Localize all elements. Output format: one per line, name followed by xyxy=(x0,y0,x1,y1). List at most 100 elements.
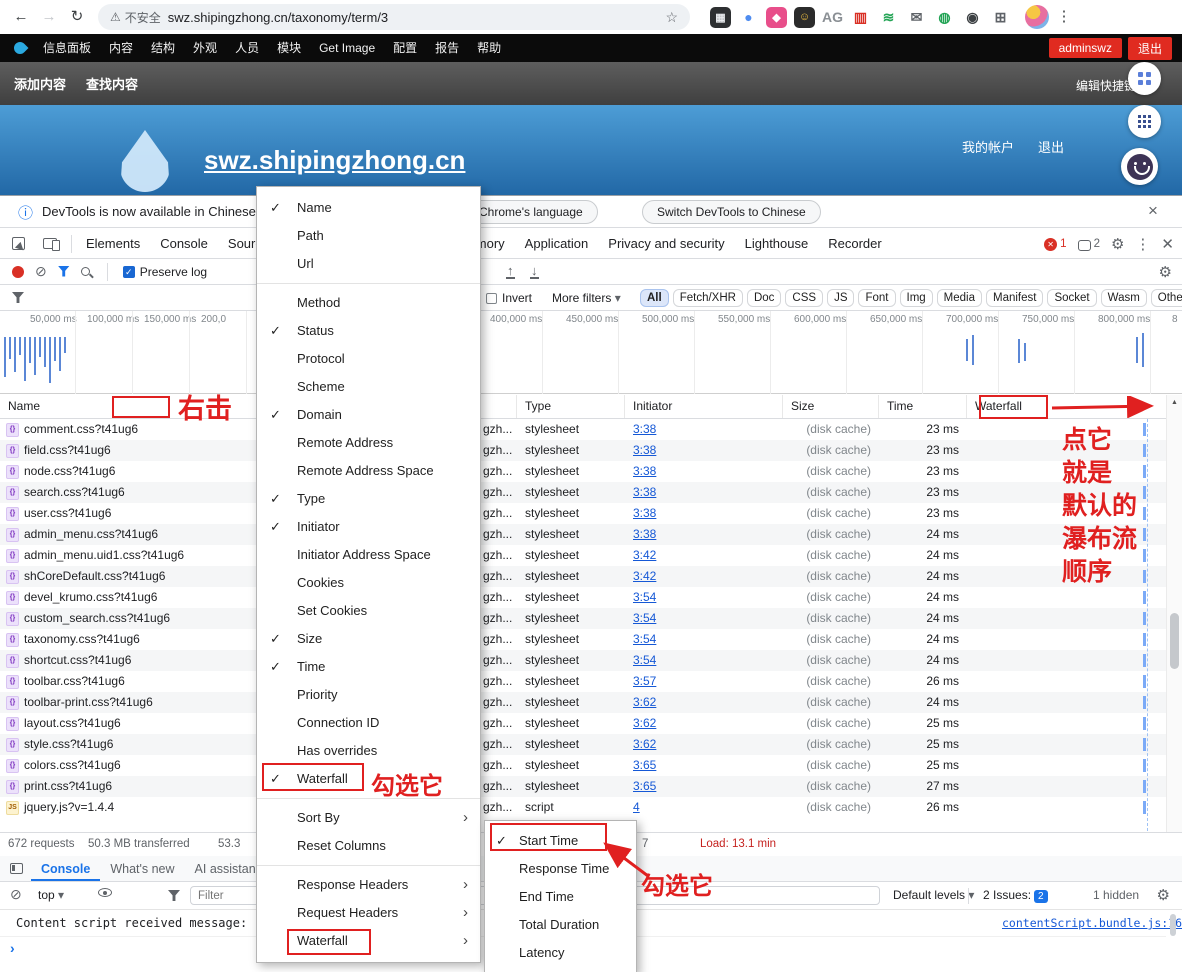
invert-checkbox[interactable]: Invert xyxy=(486,291,532,305)
browser-menu-icon[interactable]: ⋮ xyxy=(1051,4,1077,30)
context-menu-item-priority[interactable]: Priority xyxy=(257,681,480,709)
table-scrollbar[interactable]: ▲ xyxy=(1166,395,1182,832)
network-request-row[interactable]: {}devel_krumo.css?t41ug6gzh...stylesheet… xyxy=(0,587,1166,608)
context-menu-item-protocol[interactable]: Protocol xyxy=(257,345,480,373)
filter-icon[interactable] xyxy=(58,266,70,278)
tab-privacy-and-security[interactable]: Privacy and security xyxy=(598,229,734,258)
devtools-kebab-icon[interactable]: ⋮ xyxy=(1135,235,1150,253)
floating-grid-button-1[interactable] xyxy=(1128,62,1161,95)
face-extension-icon[interactable]: ☺ xyxy=(794,7,815,28)
filter-chip-other[interactable]: Other xyxy=(1151,289,1182,307)
filter-chip-media[interactable]: Media xyxy=(937,289,982,307)
drupal-menu-item-模块[interactable]: 模块 xyxy=(268,34,310,62)
context-menu-item-url[interactable]: Url xyxy=(257,250,480,278)
network-request-row[interactable]: {}node.css?t41ug6gzh...stylesheet3:38(di… xyxy=(0,461,1166,482)
drupal-menu-item-人员[interactable]: 人员 xyxy=(226,34,268,62)
network-overview-timeline[interactable]: 50,000 ms100,000 ms150,000 ms200,0400,00… xyxy=(0,311,1182,394)
tab-recorder[interactable]: Recorder xyxy=(818,229,891,258)
record-network-log-button[interactable] xyxy=(12,266,24,278)
admin-user-chip[interactable]: adminswz xyxy=(1049,38,1122,58)
drupal-menu-item-结构[interactable]: 结构 xyxy=(142,34,184,62)
context-menu-item-has-overrides[interactable]: Has overrides xyxy=(257,737,480,765)
column-header-size[interactable]: Size xyxy=(783,395,879,418)
context-menu-item-cookies[interactable]: Cookies xyxy=(257,569,480,597)
edit-shortcuts-link[interactable]: 编辑快捷键 xyxy=(1076,77,1136,94)
drawer-tab-console[interactable]: Console xyxy=(31,857,100,881)
context-menu-item-scheme[interactable]: Scheme xyxy=(257,373,480,401)
network-request-row[interactable]: {}style.css?t41ug6gzh...stylesheet3:62(d… xyxy=(0,734,1166,755)
filter-chip-css[interactable]: CSS xyxy=(785,289,823,307)
drupal-menu-item-报告[interactable]: 报告 xyxy=(426,34,468,62)
context-menu-item-domain[interactable]: ✓Domain xyxy=(257,401,480,429)
filter-chip-all[interactable]: All xyxy=(640,289,669,307)
context-menu-item-method[interactable]: Method xyxy=(257,289,480,317)
shortcut-link-查找内容[interactable]: 查找内容 xyxy=(86,74,138,93)
context-menu-item-path[interactable]: Path xyxy=(257,222,480,250)
context-menu-item-set-cookies[interactable]: Set Cookies xyxy=(257,597,480,625)
import-har-icon[interactable]: ↑ xyxy=(506,264,515,279)
back-icon[interactable]: ← xyxy=(8,4,34,30)
filter-chip-doc[interactable]: Doc xyxy=(747,289,781,307)
context-menu-item-sort-by[interactable]: Sort By› xyxy=(257,804,480,832)
log-levels-dropdown[interactable]: Default levels ▾ xyxy=(893,888,974,902)
filter-chip-js[interactable]: JS xyxy=(827,289,854,307)
network-request-row[interactable]: {}shCoreDefault.css?t41ug6gzh...styleshe… xyxy=(0,566,1166,587)
filter-chip-img[interactable]: Img xyxy=(900,289,933,307)
network-request-row[interactable]: {}admin_menu.css?t41ug6gzh...stylesheet3… xyxy=(0,524,1166,545)
menu-grid-extension-icon[interactable]: ▦ xyxy=(710,7,731,28)
request-initiator-link[interactable]: 3:42 xyxy=(633,569,656,583)
console-settings-icon[interactable]: ⚙ xyxy=(1157,886,1170,904)
security-chip[interactable]: ⚠ 不安全 xyxy=(110,9,161,26)
network-request-row[interactable]: {}field.css?t41ug6gzh...stylesheet3:38(d… xyxy=(0,440,1166,461)
my-account-link[interactable]: 我的帐户 xyxy=(962,137,1014,156)
console-message-badge[interactable]: 2 xyxy=(1078,238,1100,250)
floating-grid-button-2[interactable] xyxy=(1128,105,1161,138)
drupal-menu-item-外观[interactable]: 外观 xyxy=(184,34,226,62)
network-request-row[interactable]: {}colors.css?t41ug6gzh...stylesheet3:65(… xyxy=(0,755,1166,776)
drupal-menu-item-信息面板[interactable]: 信息面板 xyxy=(34,34,100,62)
request-initiator-link[interactable]: 3:62 xyxy=(633,737,656,751)
filter-chip-manifest[interactable]: Manifest xyxy=(986,289,1043,307)
drupal-menu-item-内容[interactable]: 内容 xyxy=(100,34,142,62)
context-menu-item-latency[interactable]: Latency xyxy=(485,939,636,967)
export-har-icon[interactable]: ↓ xyxy=(530,264,539,279)
network-settings-icon[interactable]: ⚙ xyxy=(1159,263,1172,281)
hidden-messages-count[interactable]: 1 hidden xyxy=(1093,888,1139,902)
console-context-selector[interactable]: top ▾ xyxy=(38,888,64,902)
request-initiator-link[interactable]: 3:54 xyxy=(633,632,656,646)
chat-widget-button[interactable] xyxy=(1121,148,1158,185)
dark-ring-extension-icon[interactable]: ◉ xyxy=(962,7,983,28)
drupal-menu-item-配置[interactable]: 配置 xyxy=(384,34,426,62)
request-initiator-link[interactable]: 3:38 xyxy=(633,506,656,520)
request-initiator-link[interactable]: 3:57 xyxy=(633,674,656,688)
devtools-close-icon[interactable]: ✕ xyxy=(1161,235,1174,253)
drupal-menu-item-帮助[interactable]: 帮助 xyxy=(468,34,510,62)
context-menu-item-name[interactable]: ✓Name xyxy=(257,194,480,222)
clear-network-log-icon[interactable]: ⊘ xyxy=(35,263,47,280)
search-icon[interactable] xyxy=(81,267,90,276)
puzzle-extension-icon[interactable]: ⊞ xyxy=(990,7,1011,28)
request-initiator-link[interactable]: 3:65 xyxy=(633,779,656,793)
context-menu-item-size[interactable]: ✓Size xyxy=(257,625,480,653)
console-scrollbar-thumb[interactable] xyxy=(1170,914,1176,936)
network-request-row[interactable]: {}custom_search.css?t41ug6gzh...styleshe… xyxy=(0,608,1166,629)
filter-chip-font[interactable]: Font xyxy=(858,289,895,307)
drawer-panel-icon[interactable] xyxy=(10,863,23,874)
request-initiator-link[interactable]: 3:38 xyxy=(633,422,656,436)
drawer-tab-what-s-new[interactable]: What's new xyxy=(100,857,184,881)
drupal-logout-button[interactable]: 退出 xyxy=(1128,37,1172,60)
shortcut-link-添加内容[interactable]: 添加内容 xyxy=(14,74,66,93)
green-signal-extension-icon[interactable]: ≋ xyxy=(878,7,899,28)
scrollbar-thumb[interactable] xyxy=(1170,613,1179,669)
site-title-link[interactable]: swz.shipingzhong.cn xyxy=(204,145,465,176)
bookmark-star-icon[interactable]: ☆ xyxy=(665,9,678,26)
column-header-initiator[interactable]: Initiator xyxy=(625,395,783,418)
console-prompt-icon[interactable]: › xyxy=(10,940,15,956)
scroll-up-arrow-icon[interactable]: ▲ xyxy=(1171,399,1178,406)
blue-ball-extension-icon[interactable]: ● xyxy=(738,7,759,28)
filter-chip-wasm[interactable]: Wasm xyxy=(1101,289,1147,307)
network-request-row[interactable]: {}comment.css?t41ug6gzh...stylesheet3:38… xyxy=(0,419,1166,440)
request-initiator-link[interactable]: 3:65 xyxy=(633,758,656,772)
context-menu-item-initiator[interactable]: ✓Initiator xyxy=(257,513,480,541)
context-menu-item-request-headers[interactable]: Request Headers› xyxy=(257,899,480,927)
